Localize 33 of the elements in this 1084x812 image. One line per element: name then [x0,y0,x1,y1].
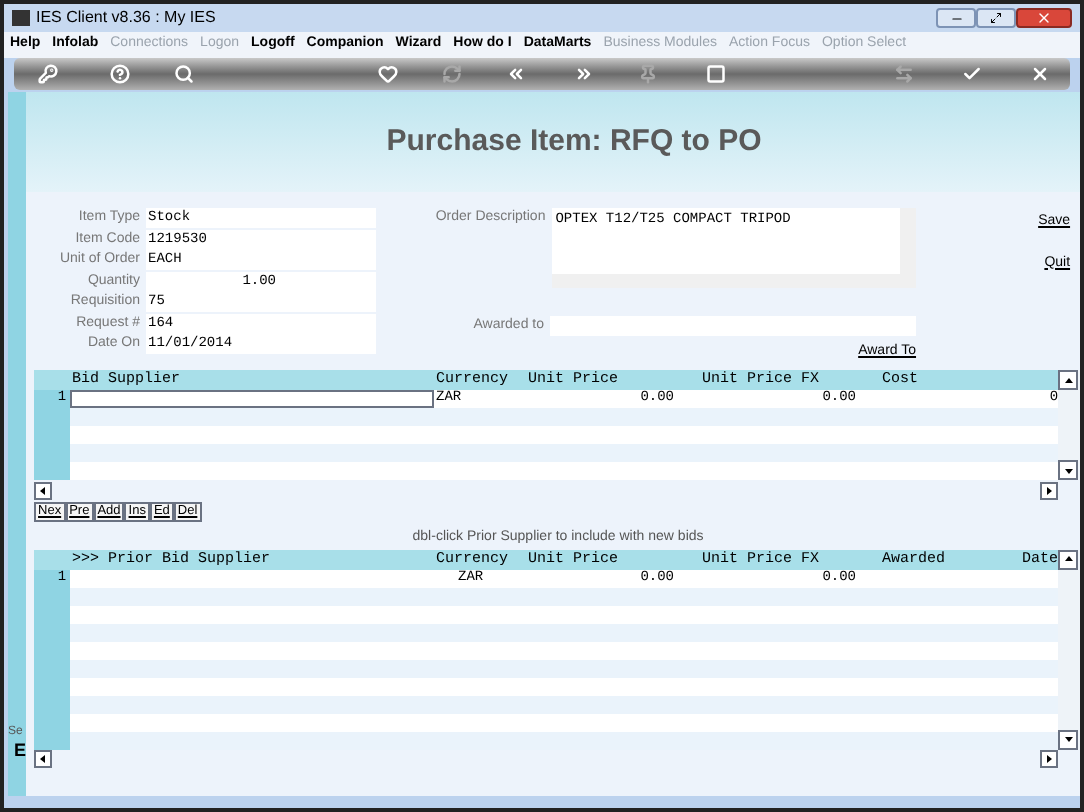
window-title: IES Client v8.36 : My IES [36,6,216,30]
double-right-icon[interactable] [574,64,594,84]
scroll-right-button[interactable] [1040,481,1059,499]
page-title: Purchase Item: RFQ to PO [386,121,762,162]
up-arrow-icon [1063,554,1074,564]
double-left-icon[interactable] [506,64,526,84]
heart-icon[interactable] [378,64,398,84]
help-icon[interactable] [110,64,130,84]
square-icon[interactable] [706,64,726,84]
scroll-down-button[interactable] [1058,460,1079,480]
close-button[interactable] [1016,8,1072,28]
supplier-input[interactable] [70,390,435,408]
left-arrow-icon [38,754,49,764]
scroll-up-button[interactable] [1058,549,1079,569]
down-arrow-icon [1063,465,1074,475]
search-icon[interactable] [174,64,194,84]
status-text: E [12,740,27,760]
scroll-left-button[interactable] [34,750,53,768]
right-arrow-icon [1044,754,1055,764]
scroll-left-button[interactable] [34,481,53,499]
left-arrow-icon [38,485,49,495]
close-icon[interactable] [1030,64,1050,84]
close-icon [1036,10,1052,26]
scroll-right-button[interactable] [1040,750,1059,768]
key-icon[interactable] [38,64,58,84]
scroll-up-button[interactable] [1058,370,1079,390]
scroll-down-button[interactable] [1058,729,1079,749]
check-icon[interactable] [962,64,982,84]
right-arrow-icon [1044,485,1055,495]
app-icon [12,10,30,26]
up-arrow-icon [1063,375,1074,385]
down-arrow-icon [1063,734,1074,744]
maximize-button[interactable] [976,8,1016,28]
